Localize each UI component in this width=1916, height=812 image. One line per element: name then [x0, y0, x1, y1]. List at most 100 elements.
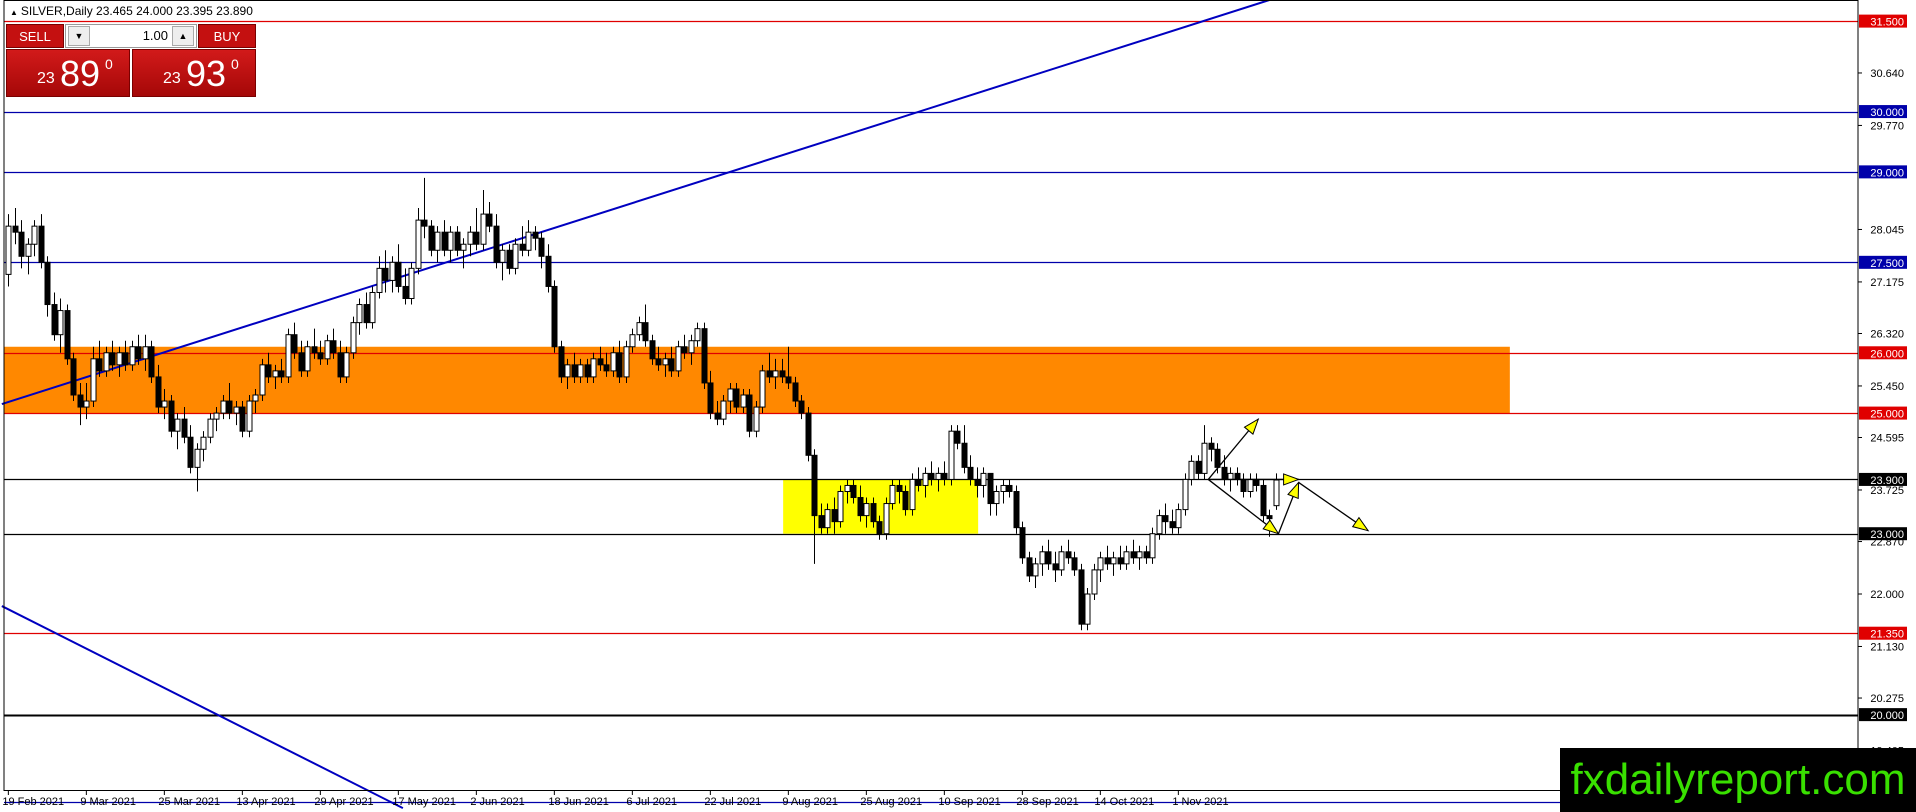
lot-decrease-icon[interactable]: ▼ [68, 26, 90, 46]
candle-2 [18, 220, 25, 269]
candle-body [564, 364, 571, 378]
candle-body [675, 346, 682, 372]
y-tick-label-19: 21.130 [1870, 641, 1904, 653]
candle-body [1273, 479, 1280, 507]
candle-body [896, 484, 903, 492]
candle-body [207, 418, 214, 438]
candle-body [701, 328, 708, 384]
sell-button[interactable]: SELL [6, 24, 64, 48]
candle-175 [1143, 545, 1150, 564]
candle-body [311, 346, 318, 354]
candle-body [402, 285, 409, 300]
candle-10 [70, 352, 77, 402]
candle-body [889, 484, 896, 505]
candle-body [577, 364, 584, 378]
candle-body [993, 490, 1000, 505]
candle-162 [1058, 545, 1065, 576]
candle-body [194, 448, 201, 468]
candle-body [551, 285, 558, 348]
candle-body [44, 261, 51, 306]
lot-size-value[interactable]: 1.00 [92, 28, 168, 43]
candle-146 [954, 425, 961, 450]
candle-123 [805, 407, 812, 462]
candle-72 [473, 208, 480, 251]
candle-167 [1091, 563, 1098, 601]
symbol-header-text: SILVER,Daily 23.465 24.000 23.395 23.890 [20, 4, 253, 18]
candle-body [883, 503, 890, 535]
candle-154 [1006, 479, 1013, 498]
candle-body [720, 400, 727, 420]
candle-106 [694, 322, 701, 347]
candle-body [265, 364, 272, 378]
candle-body [1123, 551, 1130, 565]
candle-body [668, 358, 675, 372]
candle-body [714, 412, 721, 420]
candle-body [785, 376, 792, 384]
candle-body [1195, 460, 1202, 474]
candle-153 [1000, 479, 1007, 504]
price-label-18: 21.350 [1870, 629, 1904, 641]
candle-body [382, 267, 389, 281]
candle-body [1071, 557, 1078, 571]
candle-29 [194, 443, 201, 492]
candle-body [948, 430, 955, 480]
candle-body [148, 346, 155, 378]
x-tick-label-6: 2 Jun 2021 [470, 796, 524, 808]
candle-26 [174, 413, 181, 450]
candle-97 [636, 316, 643, 341]
candle-184 [1201, 425, 1208, 480]
candle-37 [246, 395, 253, 438]
candle-body [246, 400, 253, 432]
x-tick-label-5: 17 May 2021 [392, 796, 456, 808]
candle-body [1065, 551, 1072, 559]
candle-body [298, 352, 305, 372]
candle-body [1143, 551, 1150, 559]
price-chart[interactable]: 31.500 30.640 30.00029.770 29.000 28.045 27.5… [0, 0, 1916, 812]
candle-80 [525, 220, 532, 257]
x-tick-label-8: 6 Jul 2021 [626, 796, 677, 808]
candle-body [31, 225, 38, 245]
buy-button[interactable]: BUY [198, 24, 256, 48]
candle-155 [1013, 485, 1020, 534]
x-tick-label-10: 9 Aug 2021 [782, 796, 838, 808]
candle-body [408, 267, 415, 300]
candle-147 [961, 425, 968, 474]
candle-body [610, 352, 617, 372]
candle-25 [168, 395, 175, 438]
candle-114 [746, 388, 753, 438]
candle-body [220, 400, 227, 414]
collapse-triangle-icon[interactable]: ▲ [10, 8, 18, 17]
candle-150 [980, 467, 987, 498]
candle-body [441, 231, 448, 251]
y-tick-label-7: 27.175 [1870, 277, 1904, 289]
candle-3 [25, 238, 32, 275]
candle-body [1201, 442, 1208, 474]
candle-body [558, 346, 565, 378]
y-tick-label-8: 26.320 [1870, 328, 1904, 340]
x-tick-label-1: 9 Mar 2021 [80, 796, 136, 808]
candle-body [642, 322, 649, 342]
candle-body [506, 249, 513, 269]
one-click-trading-panel: SELL ▼ 1.00 ▲ BUY 23 89 0 23 93 0 [6, 24, 256, 97]
x-tick-label-4: 29 Apr 2021 [314, 796, 373, 808]
candle-body [909, 478, 916, 511]
candle-181 [1182, 473, 1189, 516]
lot-increase-icon[interactable]: ▲ [172, 26, 194, 46]
lot-size-field[interactable]: ▼ 1.00 ▲ [65, 24, 197, 48]
symbol-header: ▲ SILVER,Daily 23.465 24.000 23.395 23.89… [10, 4, 253, 18]
sell-price-pips: 89 [60, 53, 101, 94]
price-label-9: 26.000 [1870, 348, 1904, 360]
arrow-head-icon [1287, 481, 1300, 500]
candle-79 [519, 226, 526, 257]
candle-22 [148, 340, 155, 383]
candle-body [649, 340, 656, 360]
arrow-head-icon [1283, 473, 1301, 486]
y-tick-label-17: 22.000 [1870, 589, 1904, 601]
candle-body [363, 304, 370, 324]
candle-183 [1195, 455, 1202, 480]
buy-price-button[interactable]: 23 93 0 [132, 49, 256, 97]
candle-body [161, 400, 168, 408]
candle-body [337, 352, 344, 378]
candle-body [1078, 569, 1085, 625]
sell-price-button[interactable]: 23 89 0 [6, 49, 130, 97]
